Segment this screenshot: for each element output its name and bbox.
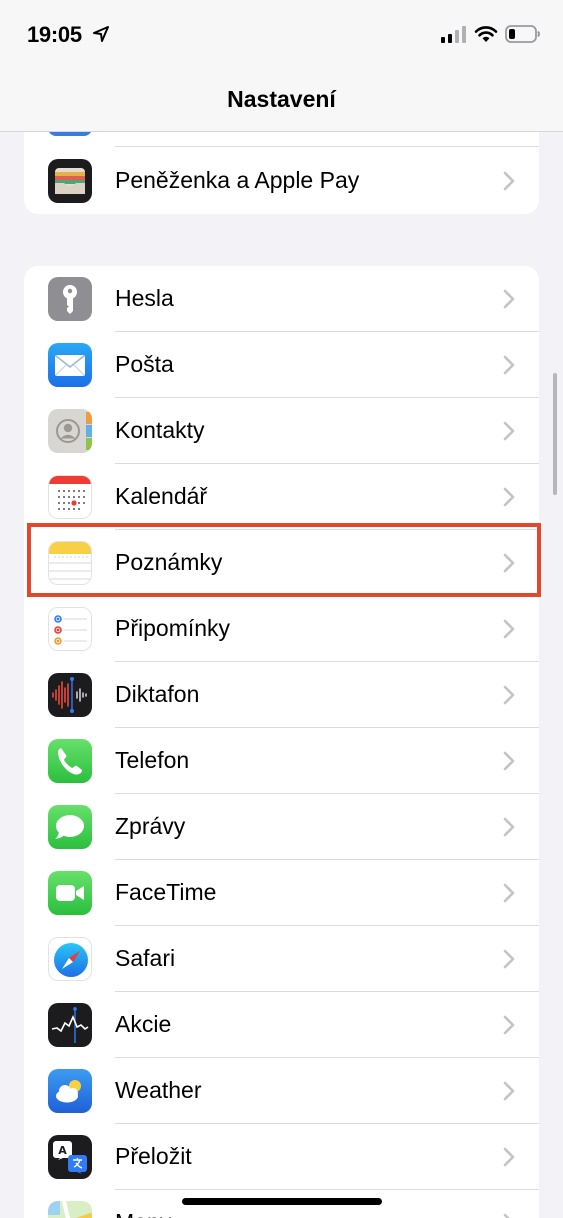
facetime-icon: [48, 871, 92, 915]
status-bar: 19:05: [0, 0, 563, 70]
messages-icon: [48, 805, 92, 849]
settings-row-label: Telefon: [115, 747, 190, 773]
scroll-indicator: [553, 373, 557, 495]
chevron-right-icon: [503, 949, 515, 969]
chevron-right-icon: [503, 1147, 515, 1167]
chevron-right-icon: [503, 619, 515, 639]
svg-text:A: A: [58, 1144, 67, 1157]
chevron-right-icon: [503, 751, 515, 771]
settings-row-stocks[interactable]: Akcie: [24, 992, 539, 1058]
settings-row-mail[interactable]: Pošta: [24, 332, 539, 398]
navigation-bar: Nastavení: [0, 70, 563, 132]
settings-row-reminders[interactable]: Připomínky: [24, 596, 539, 662]
settings-row-messages[interactable]: Zprávy: [24, 794, 539, 860]
chevron-right-icon: [503, 289, 515, 309]
settings-row-label: Kalendář: [115, 483, 208, 509]
settings-row-label: Diktafon: [115, 681, 200, 707]
chevron-right-icon: [503, 883, 515, 903]
settings-row-calendar[interactable]: Kalendář: [24, 464, 539, 530]
voice-memos-icon: [48, 673, 92, 717]
settings-row-label: Mapy: [115, 1209, 171, 1218]
chevron-right-icon: [503, 1213, 510, 1218]
settings-row-label: Připomínky: [115, 615, 231, 641]
settings-row-label: Poznámky: [115, 549, 223, 575]
location-arrow-icon: [93, 26, 109, 42]
settings-row-label: Přeložit: [115, 1143, 192, 1169]
key-icon: [48, 277, 92, 321]
settings-row-label: Zprávy: [115, 813, 186, 839]
cellular-signal-icon: [441, 26, 466, 43]
settings-row-facetime[interactable]: FaceTime: [24, 860, 539, 926]
settings-row-translate[interactable]: A Přeložit: [24, 1124, 539, 1190]
settings-group-apps: Hesla Pošta Kontakty Kalendář Poznámky P…: [24, 266, 539, 1218]
mail-icon: [48, 343, 92, 387]
settings-row-label: Safari: [115, 945, 176, 971]
settings-row-phone[interactable]: Telefon: [24, 728, 539, 794]
chevron-right-icon: [503, 817, 515, 837]
notes-icon: [48, 541, 92, 585]
reminders-icon: [48, 607, 92, 651]
settings-row-label: Hesla: [115, 285, 174, 311]
settings-row-label: Kontakty: [115, 417, 205, 443]
settings-row-contacts[interactable]: Kontakty: [24, 398, 539, 464]
chevron-right-icon: [503, 553, 515, 573]
row-separator: [115, 146, 539, 147]
settings-row-voice-memos[interactable]: Diktafon: [24, 662, 539, 728]
settings-row-weather[interactable]: Weather: [24, 1058, 539, 1124]
wifi-icon: [474, 26, 498, 42]
weather-icon: [48, 1069, 92, 1113]
chevron-right-icon: [503, 171, 515, 191]
calendar-icon: [48, 475, 92, 519]
chevron-right-icon: [503, 1015, 515, 1035]
settings-row-safari[interactable]: Safari: [24, 926, 539, 992]
settings-row-label: Weather: [115, 1077, 202, 1103]
contacts-icon: [48, 409, 92, 453]
chevron-right-icon: [503, 685, 515, 705]
chevron-right-icon: [503, 487, 515, 507]
chevron-right-icon: [503, 355, 515, 375]
chevron-right-icon: [503, 421, 515, 441]
settings-row-passwords[interactable]: Hesla: [24, 266, 539, 332]
settings-row-label: FaceTime: [115, 879, 217, 905]
chevron-right-icon: [503, 1081, 515, 1101]
wallet-icon: [48, 159, 92, 203]
settings-row-label: Peněženka a Apple Pay: [115, 167, 360, 193]
stocks-icon: [48, 1003, 92, 1047]
page-title: Nastavení: [227, 86, 336, 112]
settings-row-wallet[interactable]: Peněženka a Apple Pay: [24, 148, 539, 214]
maps-icon: [48, 1201, 92, 1218]
battery-icon: [505, 25, 540, 43]
settings-row-label: Akcie: [115, 1011, 172, 1037]
home-indicator[interactable]: [182, 1198, 382, 1205]
settings-row-label: Pošta: [115, 351, 174, 377]
settings-row-notes[interactable]: Poznámky: [24, 530, 539, 596]
translate-icon: A: [48, 1135, 92, 1179]
phone-icon: [48, 739, 92, 783]
status-time: 19:05: [27, 22, 82, 47]
safari-icon: [48, 937, 92, 981]
